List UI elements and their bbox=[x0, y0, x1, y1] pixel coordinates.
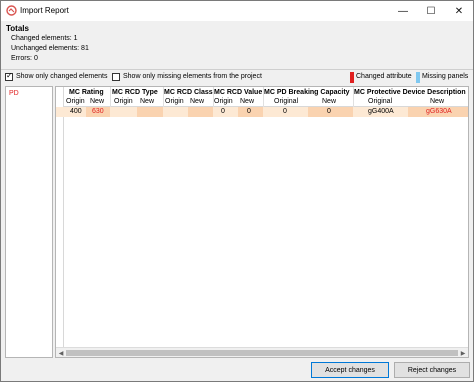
subheader-original: Origin bbox=[214, 98, 233, 105]
header-mc-rating[interactable]: MC Rating bbox=[69, 89, 104, 96]
subheader-original: Origin bbox=[66, 98, 85, 105]
rcd-value-new-cell: 0 bbox=[247, 108, 251, 115]
new-cell-bg bbox=[188, 107, 213, 117]
header-mc-rcd-class[interactable]: MC RCD Class bbox=[164, 89, 213, 96]
reject-changes-button[interactable]: Reject changes bbox=[394, 362, 470, 378]
subheader-original: Original bbox=[368, 98, 393, 105]
changed-attribute-swatch bbox=[350, 72, 354, 83]
header-mc-pd-breaking-capacity[interactable]: MC PD Breaking Capacity bbox=[264, 89, 350, 96]
changed-elements-count: Changed elements: 1 bbox=[11, 35, 78, 42]
show-changed-checkbox[interactable]: ✓ bbox=[5, 71, 13, 81]
rating-new-cell: 630 bbox=[92, 108, 104, 115]
minimize-icon: — bbox=[398, 5, 408, 17]
show-missing-checkbox[interactable] bbox=[112, 73, 120, 81]
unchanged-elements-count: Unchanged elements: 81 bbox=[11, 45, 89, 52]
close-button[interactable]: ✕ bbox=[445, 1, 473, 21]
maximize-button[interactable]: ☐ bbox=[417, 1, 445, 21]
header-mc-rcd-value[interactable]: MC RCD Value bbox=[214, 89, 262, 96]
panel-item-pd[interactable]: PD bbox=[9, 90, 19, 97]
close-icon: ✕ bbox=[454, 5, 464, 17]
checkmark-icon: ✓ bbox=[6, 71, 13, 80]
show-missing-label[interactable]: Show only missing elements from the proj… bbox=[123, 73, 262, 80]
accept-changes-label: Accept changes bbox=[325, 366, 375, 374]
horizontal-scrollbar[interactable]: ◀ ▶ bbox=[56, 347, 468, 357]
subheader-new: New bbox=[190, 98, 205, 105]
subheader-original: Original bbox=[274, 98, 299, 105]
scroll-right-icon[interactable]: ▶ bbox=[458, 348, 468, 357]
subheader-new: New bbox=[430, 98, 445, 105]
header-mc-rcd-type[interactable]: MC RCD Type bbox=[112, 89, 158, 96]
errors-count: Errors: 0 bbox=[11, 55, 38, 62]
comparison-grid: MC Rating MC RCD Type MC RCD Class MC RC… bbox=[55, 86, 469, 358]
accept-changes-button[interactable]: Accept changes bbox=[311, 362, 389, 378]
subheader-new: New bbox=[322, 98, 337, 105]
column-separator bbox=[110, 87, 111, 107]
options-bar: ✓ Show only changed elements Show only m… bbox=[1, 70, 473, 85]
missing-panels-swatch bbox=[416, 72, 420, 83]
totals-section: Totals Changed elements: 1 Unchanged ele… bbox=[1, 21, 473, 70]
minimize-button[interactable]: — bbox=[389, 1, 417, 21]
title-bar: Import Report — ☐ ✕ bbox=[1, 1, 473, 21]
subheader-new: New bbox=[140, 98, 155, 105]
breaking-new-cell: 0 bbox=[327, 108, 331, 115]
subheader-new: New bbox=[90, 98, 105, 105]
new-cell-bg bbox=[137, 107, 163, 117]
subheader-original: Origin bbox=[165, 98, 184, 105]
scroll-left-icon[interactable]: ◀ bbox=[56, 348, 66, 357]
breaking-original-cell: 0 bbox=[283, 108, 287, 115]
rcd-value-original-cell: 0 bbox=[221, 108, 225, 115]
subheader-original: Origin bbox=[114, 98, 133, 105]
header-mc-protective-device-description[interactable]: MC Protective Device Description bbox=[354, 89, 466, 96]
row-header-column bbox=[56, 87, 64, 357]
window-title: Import Report bbox=[20, 6, 69, 15]
panel-list: PD bbox=[5, 86, 53, 358]
show-changed-label[interactable]: Show only changed elements bbox=[16, 73, 107, 80]
maximize-icon: ☐ bbox=[426, 5, 436, 17]
missing-panels-legend: Missing panels bbox=[422, 73, 469, 80]
totals-heading: Totals bbox=[6, 24, 29, 33]
reject-changes-label: Reject changes bbox=[407, 366, 457, 374]
changed-attribute-legend: Changed attribute bbox=[356, 73, 412, 80]
rating-original-cell: 400 bbox=[70, 108, 82, 115]
description-new-cell: gG630A bbox=[426, 108, 452, 115]
scroll-thumb[interactable] bbox=[66, 350, 458, 356]
import-report-window: Import Report — ☐ ✕ Totals Changed eleme… bbox=[0, 0, 474, 382]
subheader-new: New bbox=[240, 98, 255, 105]
description-original-cell: gG400A bbox=[368, 108, 394, 115]
app-logo-icon bbox=[6, 5, 17, 16]
